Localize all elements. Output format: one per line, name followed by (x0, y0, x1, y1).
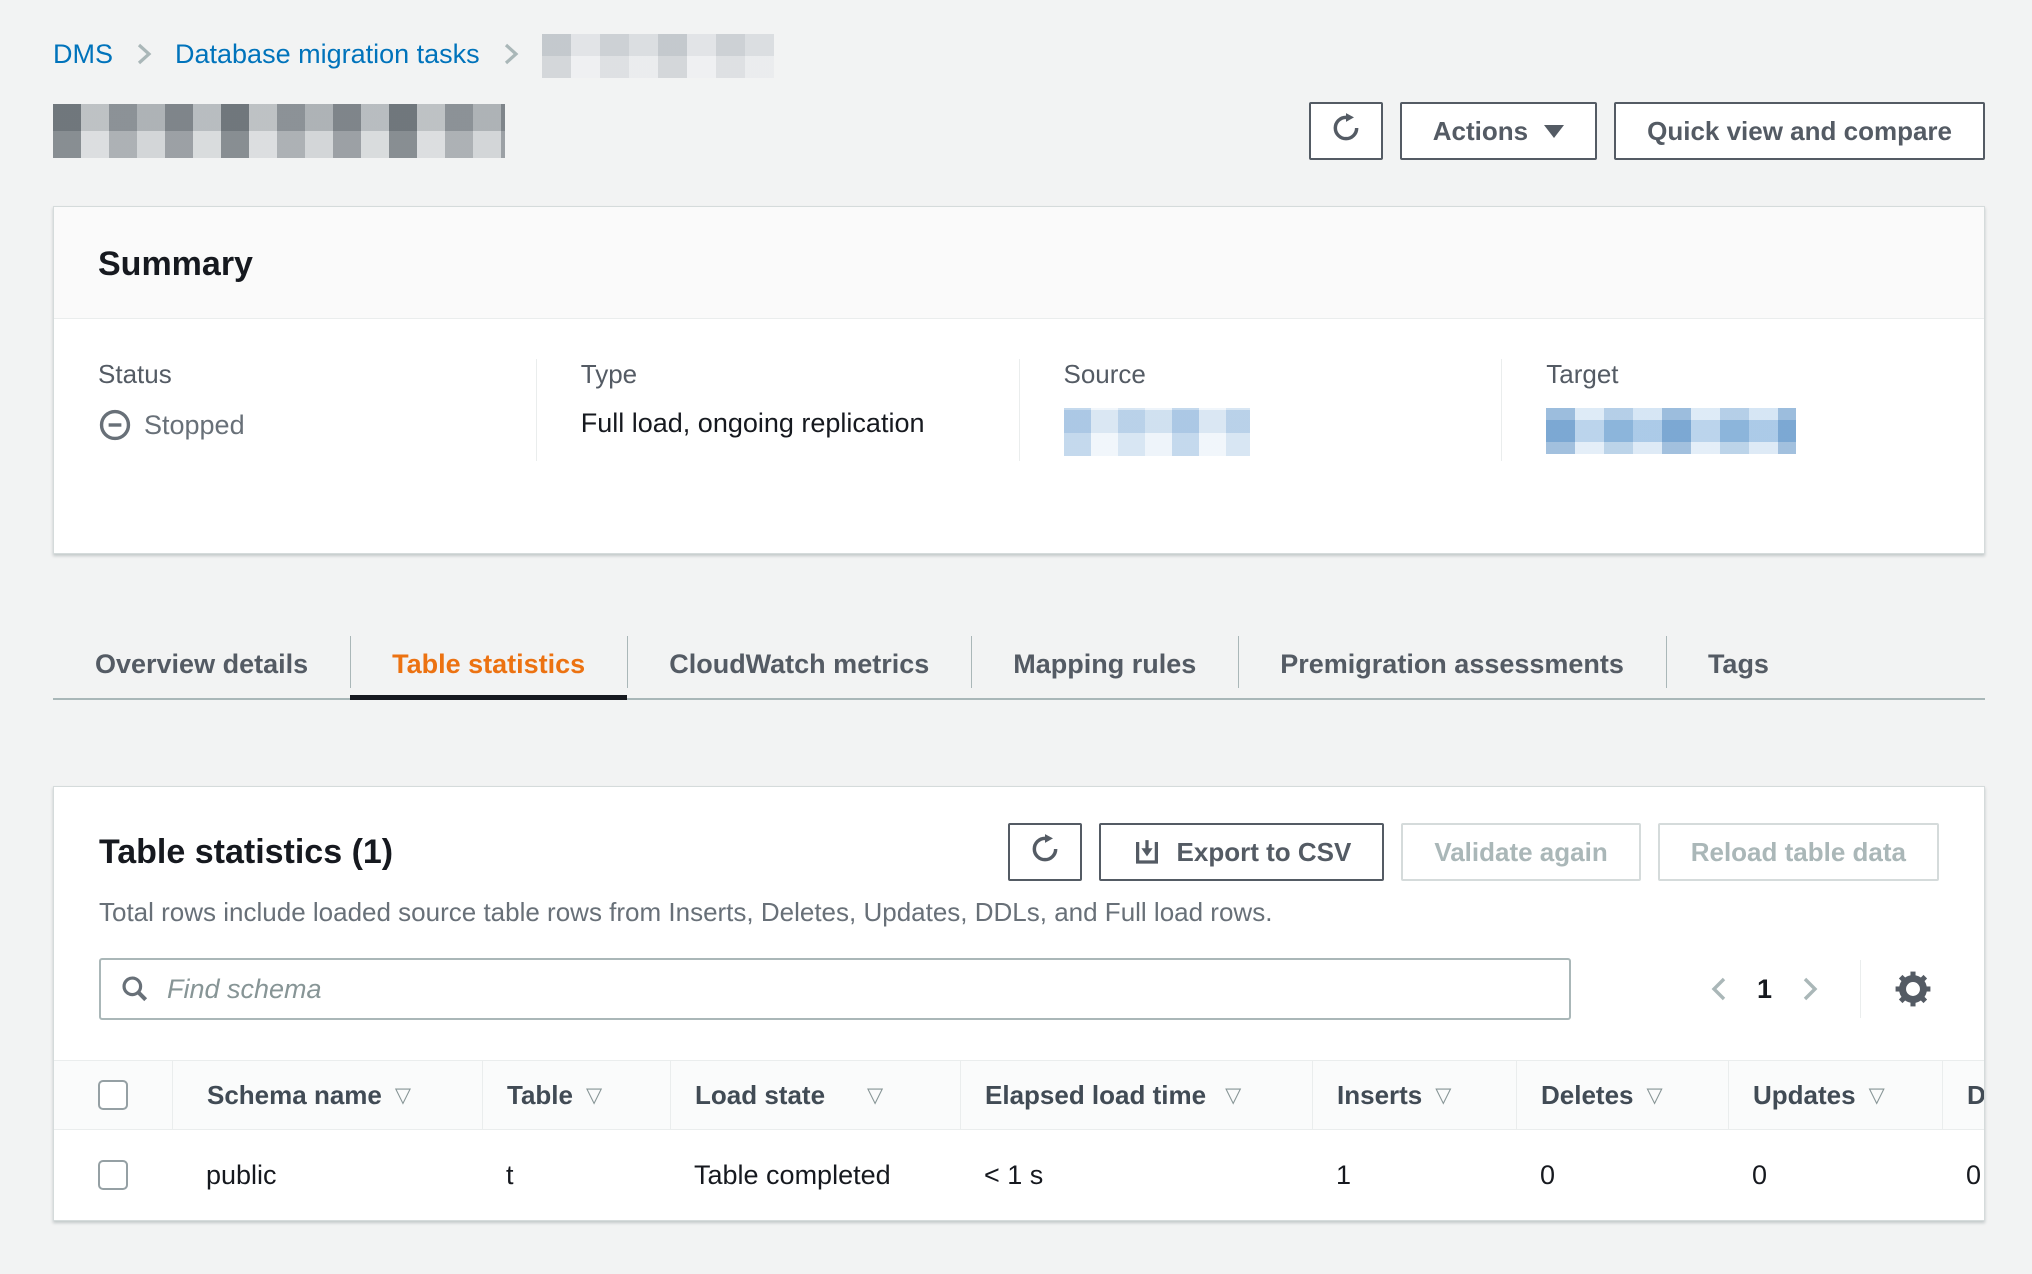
summary-card-header: Summary (54, 207, 1984, 319)
current-page-number: 1 (1757, 974, 1772, 1005)
cell-ddls: 0 (1942, 1130, 1985, 1220)
summary-card-body: Status Stopped Type Full load, ongoing r… (54, 319, 1984, 553)
column-header-deletes[interactable]: Deletes ▽ (1516, 1061, 1728, 1129)
next-page-icon[interactable] (1790, 963, 1830, 1015)
source-link-redacted[interactable] (1064, 408, 1250, 456)
status-value: Stopped (98, 408, 492, 442)
breadcrumb: DMS Database migration tasks (53, 32, 1985, 76)
select-all-cell (54, 1061, 172, 1129)
table-statistics-card: Table statistics (1) Export to CSV (53, 786, 1985, 1221)
summary-field-status: Status Stopped (54, 359, 536, 461)
actions-button-label: Actions (1433, 116, 1528, 147)
column-header-updates[interactable]: Updates ▽ (1728, 1061, 1942, 1129)
target-label: Target (1546, 359, 1940, 390)
cell-inserts: 1 (1312, 1130, 1516, 1220)
summary-field-source: Source (1019, 359, 1502, 461)
quick-view-button-label: Quick view and compare (1647, 116, 1952, 147)
chevron-right-icon (502, 40, 520, 68)
actions-button[interactable]: Actions (1400, 102, 1597, 160)
sort-icon[interactable]: ▽ (586, 1083, 602, 1107)
tab-mapping-rules[interactable]: Mapping rules (971, 630, 1238, 698)
export-to-csv-button[interactable]: Export to CSV (1099, 823, 1385, 881)
source-label: Source (1064, 359, 1458, 390)
breadcrumb-task-name-redacted (542, 34, 774, 78)
cell-table: t (482, 1130, 670, 1220)
sort-icon[interactable]: ▽ (395, 1083, 411, 1107)
table-toolbar: 1 (54, 928, 1984, 1060)
row-checkbox[interactable] (98, 1160, 128, 1190)
table-header-row: Schema name ▽ Table ▽ Load state ▽ Elaps… (54, 1060, 1985, 1130)
pagination: 1 (1699, 960, 1939, 1018)
breadcrumb-link-tasks[interactable]: Database migration tasks (175, 39, 480, 70)
refresh-button[interactable] (1309, 102, 1383, 160)
search-icon (119, 973, 151, 1010)
column-header-load-state[interactable]: Load state ▽ (670, 1061, 960, 1129)
tab-tags[interactable]: Tags (1666, 630, 1811, 698)
table-statistics-table: Schema name ▽ Table ▽ Load state ▽ Elaps… (54, 1060, 1985, 1220)
gear-icon[interactable] (1887, 963, 1939, 1015)
column-header-schema-name[interactable]: Schema name ▽ (172, 1061, 482, 1129)
summary-title: Summary (98, 245, 1940, 284)
table-statistics-description: Total rows include loaded source table r… (99, 897, 1939, 928)
column-header-inserts[interactable]: Inserts ▽ (1312, 1061, 1516, 1129)
schema-search (99, 958, 1571, 1020)
find-schema-input[interactable] (99, 958, 1571, 1020)
page-title-redacted (53, 104, 505, 158)
table-refresh-button[interactable] (1008, 823, 1082, 881)
sort-icon[interactable]: ▽ (1225, 1083, 1241, 1107)
type-label: Type (581, 359, 975, 390)
refresh-icon (1029, 833, 1061, 872)
select-all-checkbox[interactable] (98, 1080, 128, 1110)
export-to-csv-label: Export to CSV (1177, 837, 1352, 868)
breadcrumb-link-dms[interactable]: DMS (53, 39, 113, 70)
cell-schema-name: public (172, 1130, 482, 1220)
reload-table-data-label: Reload table data (1691, 837, 1906, 868)
row-select-cell (54, 1130, 172, 1220)
type-value: Full load, ongoing replication (581, 408, 975, 439)
tab-table-statistics[interactable]: Table statistics (350, 630, 627, 698)
target-link-redacted[interactable] (1546, 408, 1796, 454)
tab-premigration-assessments[interactable]: Premigration assessments (1238, 630, 1666, 698)
previous-page-icon[interactable] (1699, 963, 1739, 1015)
table-row: public t Table completed < 1 s 1 0 0 0 (54, 1130, 1985, 1220)
column-header-elapsed-load-time[interactable]: Elapsed load time ▽ (960, 1061, 1312, 1129)
table-statistics-title: Table statistics (1) (99, 833, 393, 872)
column-header-table[interactable]: Table ▽ (482, 1061, 670, 1129)
status-label: Status (98, 359, 492, 390)
column-header-ddls-clipped[interactable]: D (1942, 1061, 1985, 1129)
task-detail-tabs: Overview details Table statistics CloudW… (53, 630, 1985, 700)
refresh-icon (1330, 112, 1362, 151)
quick-view-and-compare-button[interactable]: Quick view and compare (1614, 102, 1985, 160)
reload-table-data-button[interactable]: Reload table data (1658, 823, 1939, 881)
cell-updates: 0 (1728, 1130, 1942, 1220)
status-text: Stopped (144, 410, 245, 441)
download-icon (1132, 837, 1162, 867)
summary-field-type: Type Full load, ongoing replication (536, 359, 1019, 461)
cell-deletes: 0 (1516, 1130, 1728, 1220)
sort-icon[interactable]: ▽ (1869, 1083, 1885, 1107)
tab-overview-details[interactable]: Overview details (53, 630, 350, 698)
pager-divider (1860, 960, 1861, 1018)
cell-elapsed-load-time: < 1 s (960, 1130, 1312, 1220)
stopped-icon (98, 408, 132, 442)
tab-cloudwatch-metrics[interactable]: CloudWatch metrics (627, 630, 971, 698)
cell-load-state: Table completed (670, 1130, 960, 1220)
sort-icon[interactable]: ▽ (867, 1083, 883, 1107)
sort-icon[interactable]: ▽ (1647, 1083, 1663, 1107)
summary-card: Summary Status Stopped Type Full load, o… (53, 206, 1985, 554)
chevron-right-icon (135, 40, 153, 68)
validate-again-button[interactable]: Validate again (1401, 823, 1640, 881)
table-statistics-header: Table statistics (1) Export to CSV (54, 787, 1984, 928)
summary-field-target: Target (1501, 359, 1984, 461)
table-statistics-buttons: Export to CSV Validate again Reload tabl… (1008, 823, 1939, 881)
caret-down-icon (1544, 125, 1564, 138)
header-buttons: Actions Quick view and compare (1309, 102, 1985, 160)
validate-again-label: Validate again (1434, 837, 1607, 868)
dms-task-page: DMS Database migration tasks Actions Qui… (0, 0, 2032, 1274)
page-header: Actions Quick view and compare (53, 102, 1985, 160)
sort-icon[interactable]: ▽ (1435, 1083, 1451, 1107)
